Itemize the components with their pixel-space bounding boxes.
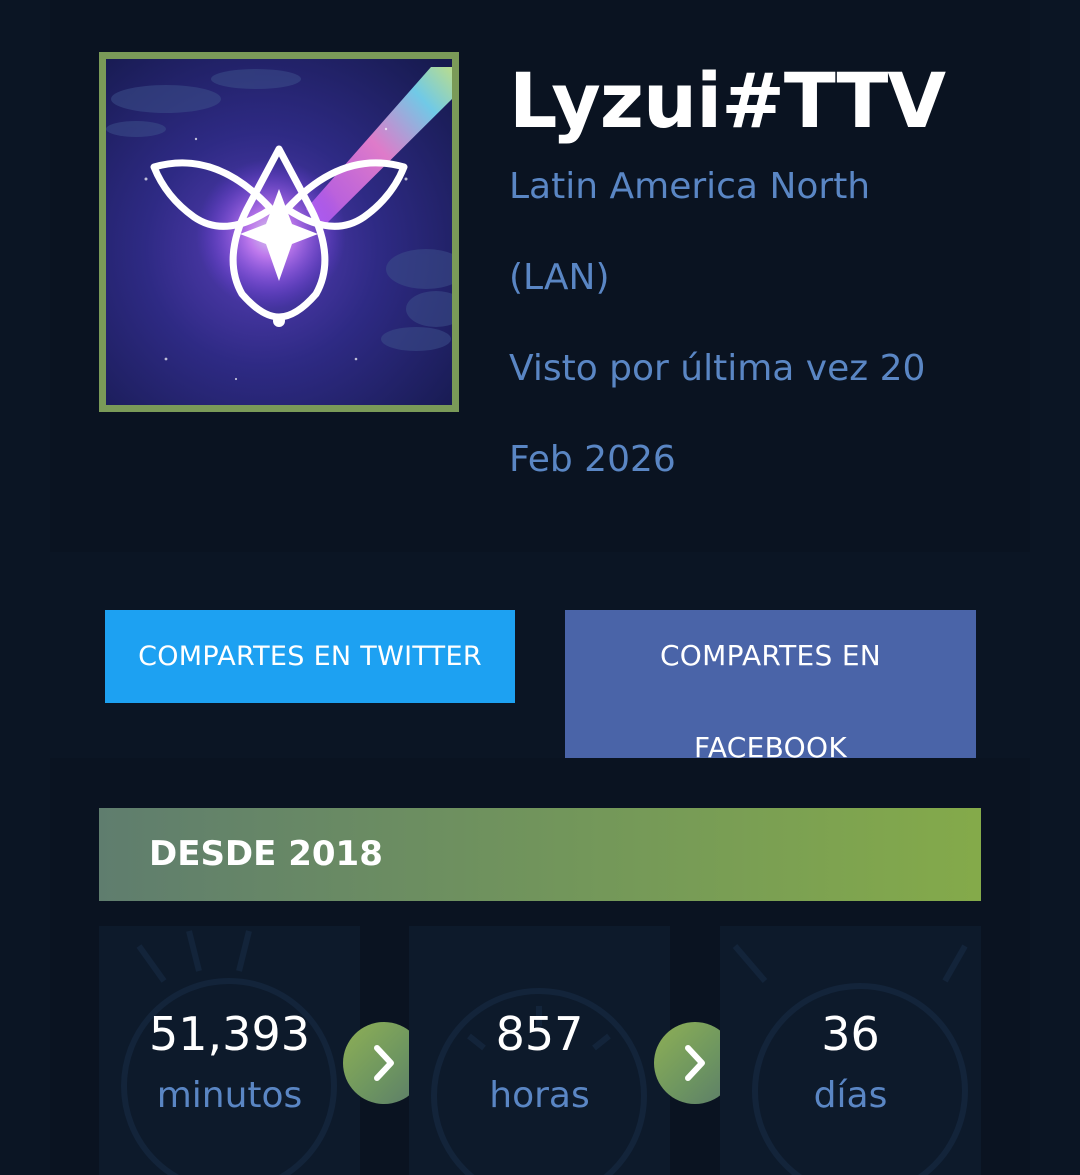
profile-emblem-icon: [106, 59, 452, 405]
share-facebook-label-line2: FACEBOOK: [694, 731, 847, 758]
stat-minutes: 51,393 minutos: [99, 926, 360, 1175]
region-text: Latin America North: [509, 166, 871, 207]
stat-minutes-value: 51,393: [149, 1007, 310, 1061]
stat-hours: 857 horas: [409, 926, 670, 1175]
share-twitter-label: COMPARTES EN TWITTER: [138, 641, 482, 672]
stat-days-unit: días: [813, 1075, 888, 1116]
stat-hours-value: 857: [495, 1007, 584, 1061]
stat-hours-unit: horas: [489, 1075, 590, 1116]
profile-avatar: [99, 52, 459, 412]
share-facebook-label-line1: COMPARTES EN: [659, 639, 882, 672]
summoner-name: Lyzui#TTV: [509, 56, 946, 145]
since-label: DESDE 2018: [149, 834, 383, 874]
share-facebook-button[interactable]: COMPARTES EN FACEBOOK: [565, 610, 976, 758]
stat-minutes-unit: minutos: [156, 1075, 303, 1116]
stat-days: 36 días: [720, 926, 981, 1175]
last-seen-text: Visto por última vez 20: [509, 348, 926, 389]
share-twitter-button[interactable]: COMPARTES EN TWITTER: [105, 610, 515, 703]
stat-days-value: 36: [821, 1007, 880, 1061]
profile-card: Lyzui#TTV Latin America North (LAN) Vist…: [50, 0, 1030, 552]
last-seen-date-text: Feb 2026: [509, 439, 676, 480]
since-banner: DESDE 2018: [99, 808, 981, 901]
region-code-text: (LAN): [509, 257, 610, 298]
